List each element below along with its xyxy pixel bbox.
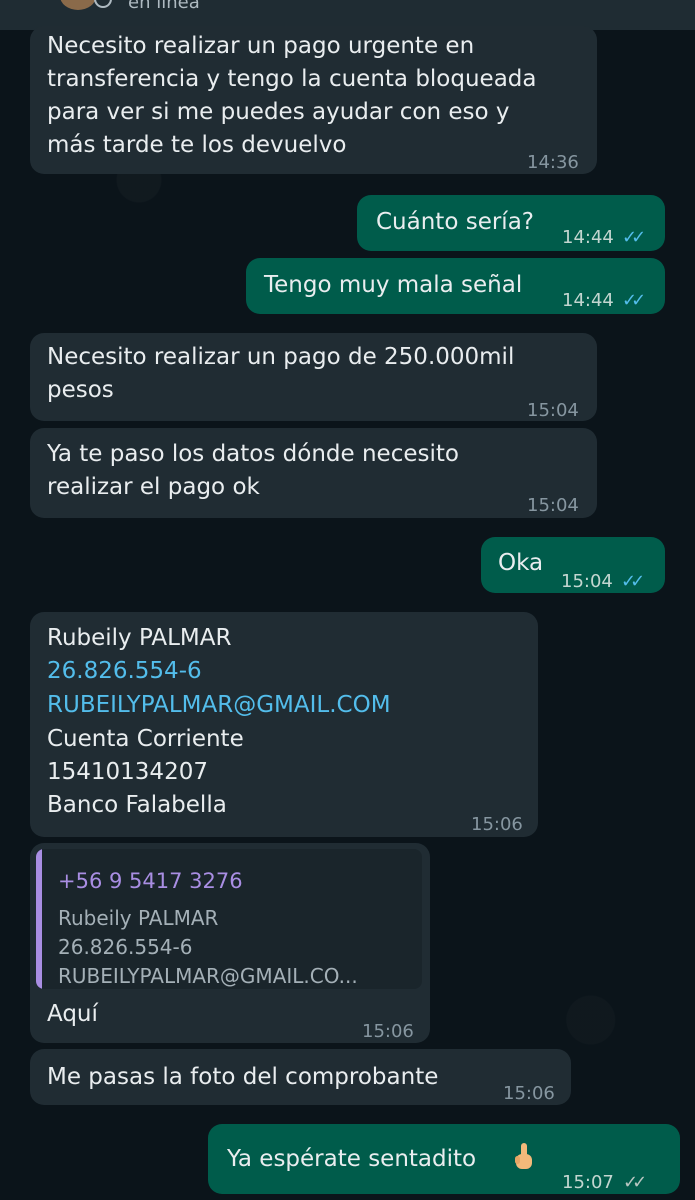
message-text: Tengo muy mala señal [264, 272, 523, 298]
quote-accent-bar [36, 849, 42, 989]
message-text: Rubeily PALMAR [47, 625, 232, 651]
message-text: Oka [498, 550, 544, 576]
message-text: realizar el pago ok [47, 474, 260, 500]
message-text: más tarde te los devuelvo [47, 132, 347, 158]
id-number-link[interactable]: 26.826.554-6 [47, 655, 202, 688]
message-text: 15410134207 [47, 759, 208, 785]
message-time: 14:36 [527, 152, 579, 173]
message-time: 15:04 [561, 571, 613, 592]
message-text: Me pasas la foto del comprobante [47, 1064, 439, 1090]
message-text: Cuenta Corriente [47, 726, 244, 752]
message-text: Cuánto sería? [376, 209, 534, 235]
message-bubble-outgoing[interactable]: Tengo muy mala señal 14:44 ✓✓ [246, 258, 665, 314]
message-text: Banco Falabella [47, 792, 227, 818]
message-bubble-outgoing[interactable]: Ya espérate sentadito 15:07 ✓✓ [208, 1124, 680, 1194]
avatar[interactable] [60, 0, 96, 10]
message-text: pesos [47, 377, 114, 403]
read-receipt-icon: ✓✓ [621, 571, 645, 592]
message-time: 15:07 [562, 1172, 614, 1193]
message-text: Ya espérate sentadito [227, 1146, 477, 1172]
online-status-icon [94, 0, 112, 8]
message-time: 15:06 [471, 814, 523, 835]
message-bubble-outgoing[interactable]: Cuánto sería? 14:44 ✓✓ [357, 195, 665, 251]
message-time: 14:44 [562, 290, 614, 311]
message-time: 15:06 [503, 1083, 555, 1104]
pointing-finger-emoji-icon [515, 1143, 532, 1169]
message-text: para ver si me puedes ayudar con eso y [47, 99, 510, 125]
read-receipt-icon: ✓✓ [622, 290, 646, 311]
message-bubble-incoming[interactable]: Necesito realizar un pago urgente en tra… [30, 26, 597, 174]
message-text: Aquí [47, 1001, 98, 1027]
message-bubble-incoming[interactable]: Necesito realizar un pago de 250.000mil … [30, 333, 597, 421]
email-link[interactable]: RUBEILYPALMAR@GMAIL.COM [47, 689, 391, 722]
read-receipt-icon: ✓✓ [623, 1172, 647, 1193]
message-time: 15:04 [527, 495, 579, 516]
message-time: 15:04 [527, 400, 579, 421]
message-time: 15:06 [362, 1021, 414, 1042]
message-text: Necesito realizar un pago urgente en [47, 33, 475, 59]
message-bubble-outgoing[interactable]: Oka 15:04 ✓✓ [481, 537, 665, 593]
message-bubble-incoming[interactable]: Me pasas la foto del comprobante 15:06 [30, 1049, 571, 1105]
quoted-text: RUBEILYPALMAR@GMAIL.CO... [58, 964, 358, 988]
quoted-message[interactable]: +56 9 5417 3276 Rubeily PALMAR 26.826.55… [36, 849, 422, 989]
message-bubble-incoming[interactable]: Rubeily PALMAR 26.826.554-6 RUBEILYPALMA… [30, 612, 538, 837]
message-text: Necesito realizar un pago de 250.000mil [47, 344, 515, 370]
contact-status: en línea [128, 0, 200, 13]
message-text: Ya te paso los datos dónde necesito [47, 441, 459, 467]
message-time: 14:44 [562, 227, 614, 248]
quoted-sender: +56 9 5417 3276 [58, 869, 243, 893]
message-bubble-incoming[interactable]: +56 9 5417 3276 Rubeily PALMAR 26.826.55… [30, 843, 430, 1043]
message-bubble-incoming[interactable]: Ya te paso los datos dónde necesito real… [30, 428, 597, 518]
read-receipt-icon: ✓✓ [622, 227, 646, 248]
message-text: transferencia y tengo la cuenta bloquead… [47, 66, 537, 92]
